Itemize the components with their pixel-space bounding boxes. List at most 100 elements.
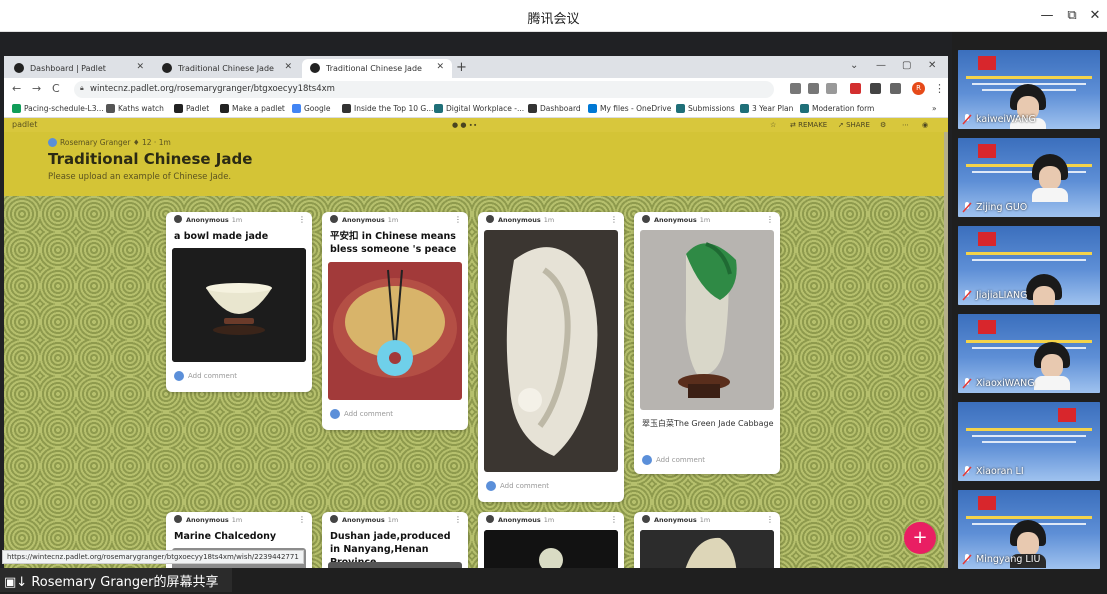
post-menu-icon[interactable]: ⋮	[766, 215, 774, 224]
banner-title	[966, 516, 1092, 519]
participant-tile[interactable]: kaiweiWANG	[958, 50, 1100, 129]
bookmark-label: My files - OneDrive	[600, 104, 672, 113]
participant-tile[interactable]: Mingyang LIU	[958, 490, 1100, 569]
remake-button[interactable]: ⇄ REMAKE	[790, 121, 827, 129]
tab-jade-1[interactable]: Traditional Chinese Jade ✕	[154, 59, 300, 78]
author-avatar	[48, 138, 57, 147]
post-menu-icon[interactable]: ⋮	[610, 515, 618, 524]
tab-search-icon[interactable]: ⌄	[850, 60, 858, 71]
settings-gear-icon[interactable]: ⚙	[880, 121, 886, 129]
post-card[interactable]: Anonymous 1m ⋮	[478, 512, 624, 568]
post-card[interactable]: Anonymous 1m ⋮ Dushan jade,produced in Na…	[322, 512, 468, 568]
participant-tile[interactable]: Xiaoran LI	[958, 402, 1100, 481]
share-button[interactable]: ➚ SHARE	[838, 121, 870, 129]
mic-muted-icon	[962, 114, 972, 125]
profile-avatar[interactable]: R	[912, 82, 925, 95]
add-comment[interactable]: Add comment	[174, 371, 237, 381]
post-menu-icon[interactable]: ⋮	[298, 215, 306, 224]
jade-figure-image[interactable]	[484, 530, 618, 568]
bookmark-item[interactable]: My files - OneDrive	[588, 104, 671, 113]
add-comment[interactable]: Add comment	[642, 455, 705, 465]
extensions-icon[interactable]	[870, 83, 881, 94]
browser-minimize-icon[interactable]: —	[876, 60, 886, 71]
comment-avatar-icon	[486, 481, 496, 491]
post-card[interactable]: Anonymous 1m ⋮ 翠玉白菜The Green Jade Cabbage	[634, 212, 780, 474]
bookmark-label: Inside the Top 10 G...	[354, 104, 434, 113]
browser-restore-icon[interactable]: ▢	[902, 60, 911, 71]
tab-jade-active[interactable]: Traditional Chinese Jade ✕	[302, 59, 452, 78]
close-icon[interactable]: ✕	[284, 62, 292, 72]
jade-stone-image[interactable]	[640, 530, 774, 568]
bookmark-item[interactable]: Padlet	[174, 104, 209, 113]
post-menu-icon[interactable]: ⋮	[454, 215, 462, 224]
post-menu-icon[interactable]: ⋮	[610, 215, 618, 224]
jade-cabbage-image[interactable]	[640, 230, 774, 410]
more-bookmarks-icon[interactable]: »	[932, 104, 937, 113]
jade-pendant-image[interactable]	[328, 262, 462, 400]
star-icon[interactable]: ☆	[770, 121, 776, 129]
sidebar-icon[interactable]	[890, 83, 901, 94]
padlet-icon	[14, 63, 24, 73]
post-card[interactable]: Anonymous 1m ⋮ 平安扣 in Chinese means bless…	[322, 212, 468, 430]
bookmark-item[interactable]: Google	[292, 104, 330, 113]
bookmark-label: Moderation form	[812, 104, 875, 113]
avatar	[330, 215, 338, 223]
close-button[interactable]: ✕	[1084, 5, 1106, 27]
bookmark-item[interactable]: Digital Workplace -...	[434, 104, 524, 113]
browser-close-icon[interactable]: ✕	[928, 60, 936, 71]
participant-video	[1032, 154, 1068, 202]
close-icon[interactable]: ✕	[436, 62, 444, 72]
figure-illustration	[484, 530, 618, 568]
bookmark-item[interactable]: Inside the Top 10 G...	[342, 104, 433, 113]
participant-tile[interactable]: XiaoxiWANG	[958, 314, 1100, 393]
minimize-button[interactable]: —	[1036, 5, 1058, 27]
school-logo	[1058, 408, 1076, 422]
bookmark-item[interactable]: Dashboard	[528, 104, 581, 113]
bookmark-item[interactable]: Submissions	[676, 104, 735, 113]
banner-title	[966, 340, 1092, 343]
bookmark-item[interactable]: 3 Year Plan	[740, 104, 793, 113]
bookmark-star-icon[interactable]	[826, 83, 837, 94]
add-post-button[interactable]: +	[904, 522, 936, 554]
bookmark-item[interactable]: Make a padlet	[220, 104, 285, 113]
add-comment[interactable]: Add comment	[330, 409, 393, 419]
post-author: Anonymous	[342, 216, 385, 224]
url-field[interactable]: 🔒︎ wintecnz.padlet.org/rosemarygranger/b…	[74, 81, 774, 98]
pdf-extension-icon[interactable]	[850, 83, 861, 94]
jade-bowl-image[interactable]	[172, 248, 306, 362]
post-menu-icon[interactable]: ⋮	[766, 515, 774, 524]
cabbage-illustration	[640, 230, 774, 410]
forward-icon[interactable]: →	[32, 82, 41, 95]
back-icon[interactable]: ←	[12, 82, 21, 95]
more-icon[interactable]: ⋯	[902, 121, 909, 129]
bookmark-item[interactable]: Moderation form	[800, 104, 874, 113]
page-scrollbar[interactable]	[944, 132, 948, 568]
close-icon[interactable]: ✕	[136, 62, 144, 72]
participant-name: JiajiaLIANG	[962, 290, 1027, 301]
padlet-logo[interactable]: padlet	[12, 120, 37, 129]
participant-tile[interactable]: JiajiaLIANG	[958, 226, 1100, 305]
post-menu-icon[interactable]: ⋮	[454, 515, 462, 524]
browser-menu-icon[interactable]: ⋮	[934, 82, 945, 95]
bookmark-item[interactable]: Kaths watch	[106, 104, 164, 113]
post-menu-icon[interactable]: ⋮	[298, 515, 306, 524]
tab-dashboard[interactable]: Dashboard | Padlet ✕	[6, 59, 152, 78]
post-card[interactable]: Anonymous 1m ⋮ Add comment	[478, 212, 624, 502]
post-card[interactable]: Anonymous 1m ⋮	[634, 512, 780, 568]
participant-name: Zijing GUO	[962, 202, 1027, 213]
collaborators-icon[interactable]: ● ● ∙∙	[452, 121, 477, 129]
sharepoint-icon	[740, 104, 749, 113]
post-card[interactable]: Anonymous 1m ⋮ a bowl made jade Add comme…	[166, 212, 312, 392]
participant-tile[interactable]: Zijing GUO	[958, 138, 1100, 217]
cast-icon[interactable]	[790, 83, 801, 94]
reload-icon[interactable]: C	[52, 82, 60, 95]
pendant-illustration	[328, 262, 462, 400]
share-page-icon[interactable]	[808, 83, 819, 94]
restore-button[interactable]: ⧉	[1061, 5, 1083, 27]
new-tab-button[interactable]: +	[456, 60, 467, 75]
bookmark-label: Digital Workplace -...	[446, 104, 525, 113]
bookmark-item[interactable]: Pacing-schedule-L3...	[12, 104, 104, 113]
jade-carving-image[interactable]	[484, 230, 618, 472]
user-avatar-icon[interactable]: ◉	[922, 121, 928, 129]
add-comment[interactable]: Add comment	[486, 481, 549, 491]
